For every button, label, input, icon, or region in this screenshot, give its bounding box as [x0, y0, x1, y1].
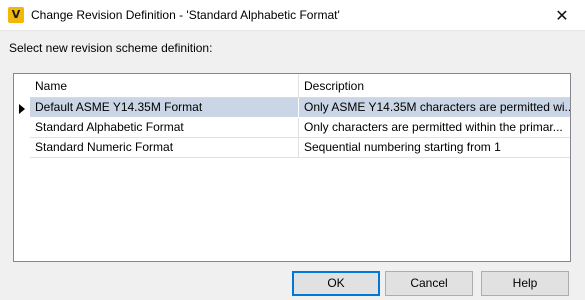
vault-app-icon: V — [8, 7, 24, 23]
ok-button[interactable]: OK — [292, 271, 380, 296]
revision-scheme-grid[interactable]: Name Description Default ASME Y14.35M Fo… — [13, 73, 571, 262]
window-title: Change Revision Definition - 'Standard A… — [31, 8, 340, 22]
current-row-indicator-icon — [19, 104, 25, 114]
row-name-cell[interactable]: Standard Alphabetic Format — [30, 118, 299, 138]
help-button[interactable]: Help — [481, 271, 569, 296]
close-icon: ✕ — [555, 6, 569, 25]
column-header-description[interactable]: Description — [299, 74, 570, 98]
row-header-column — [14, 74, 30, 261]
table-row[interactable]: Standard Alphabetic Format Only characte… — [30, 118, 570, 138]
instruction-label: Select new revision scheme definition: — [9, 41, 213, 55]
table-row[interactable]: Default ASME Y14.35M Format Only ASME Y1… — [30, 98, 570, 118]
row-description-cell[interactable]: Sequential numbering starting from 1 — [299, 138, 570, 158]
row-description-cell[interactable]: Only characters are permitted within the… — [299, 118, 570, 138]
close-button[interactable]: ✕ — [539, 0, 585, 31]
row-name-cell[interactable]: Standard Numeric Format — [30, 138, 299, 158]
row-name-cell[interactable]: Default ASME Y14.35M Format — [30, 98, 299, 118]
cancel-button[interactable]: Cancel — [385, 271, 473, 296]
table-row[interactable]: Standard Numeric Format Sequential numbe… — [30, 138, 570, 158]
row-description-cell[interactable]: Only ASME Y14.35M characters are permitt… — [299, 98, 570, 118]
column-header-name[interactable]: Name — [30, 74, 299, 98]
title-bar: V Change Revision Definition - 'Standard… — [0, 0, 585, 31]
